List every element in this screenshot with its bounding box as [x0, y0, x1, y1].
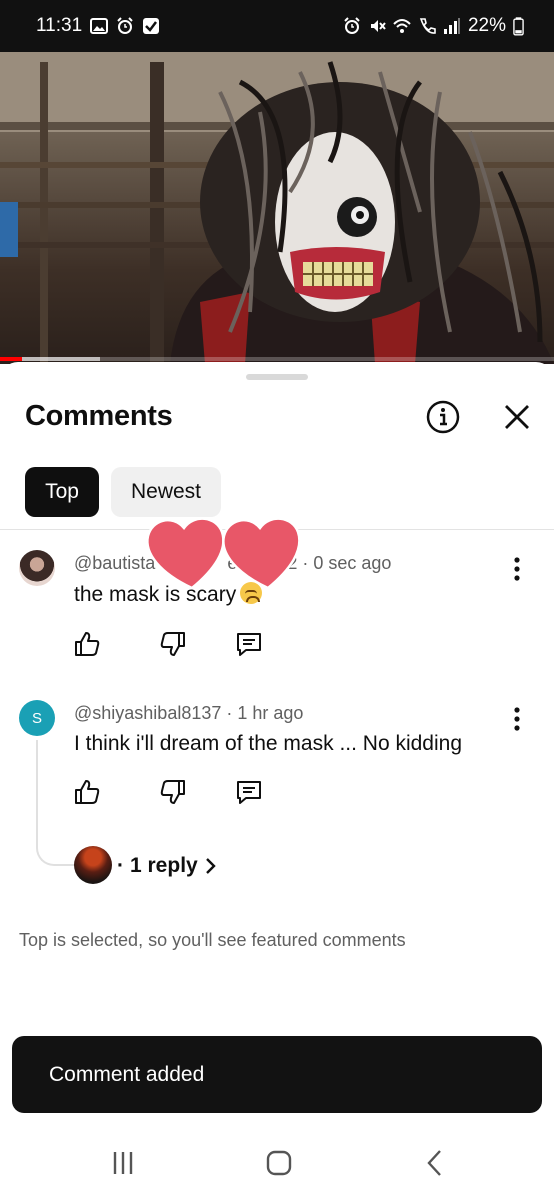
replies-label: 1 reply — [130, 854, 198, 877]
comments-title: Comments — [25, 400, 173, 432]
avatar[interactable]: S — [19, 700, 55, 736]
video-frame — [0, 52, 554, 364]
reply-thread-line — [36, 740, 76, 866]
signal-icon — [443, 18, 460, 34]
view-replies-button[interactable]: · 1 reply — [117, 854, 218, 878]
video-progress-fill — [0, 357, 23, 361]
gallery-icon — [90, 18, 109, 34]
status-right: 22% — [343, 15, 524, 37]
wifi-icon — [393, 19, 411, 33]
avatar[interactable] — [19, 550, 55, 586]
drag-handle[interactable] — [246, 374, 308, 380]
status-time: 11:31 — [36, 15, 83, 36]
heart-icon — [146, 517, 225, 590]
comment-text: I think i'll dream of the mask ... No ki… — [74, 732, 463, 755]
call-icon — [419, 18, 436, 34]
snackbar: Comment added — [12, 1036, 542, 1113]
tab-top[interactable]: Top — [25, 467, 99, 517]
sort-footnote: Top is selected, so you'll see featured … — [19, 930, 406, 950]
comment-author[interactable]: @shiyashibal8137 · 1 hr ago — [74, 703, 303, 724]
battery-percent: 22% — [467, 15, 506, 36]
mute-icon — [370, 20, 386, 32]
like-icon[interactable] — [72, 777, 102, 807]
separator-dot: · — [117, 854, 124, 877]
dislike-icon[interactable] — [158, 777, 188, 807]
heart-icon — [222, 517, 301, 590]
more-options-icon[interactable] — [505, 705, 529, 733]
snackbar-message: Comment added — [49, 1062, 205, 1086]
heart-stickers — [146, 517, 301, 590]
video-progress-buffered — [22, 357, 100, 361]
info-icon[interactable] — [426, 400, 460, 434]
status-bar: 11:31 22% — [0, 0, 554, 52]
checkbox-icon — [143, 18, 160, 34]
reply-icon[interactable] — [234, 629, 264, 659]
close-icon[interactable] — [500, 400, 534, 434]
chevron-right-icon — [205, 858, 216, 874]
dislike-icon[interactable] — [158, 629, 188, 659]
reply-icon[interactable] — [234, 777, 264, 807]
back-icon[interactable] — [418, 1146, 452, 1180]
battery-icon — [513, 16, 524, 35]
like-icon[interactable] — [72, 629, 102, 659]
video-player[interactable] — [0, 52, 554, 364]
alarm-icon — [117, 17, 133, 34]
reply-avatar — [74, 846, 112, 884]
recent-apps-icon[interactable] — [106, 1146, 140, 1180]
system-navigation-bar — [0, 1126, 554, 1200]
alarm-icon — [344, 17, 360, 34]
home-icon[interactable] — [262, 1146, 296, 1180]
status-left: 11:31 — [36, 15, 160, 37]
more-options-icon[interactable] — [505, 555, 529, 583]
